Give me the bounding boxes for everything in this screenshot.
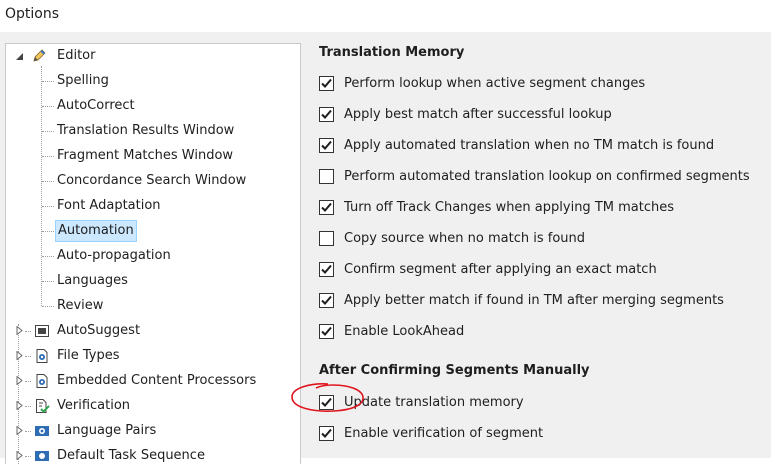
tree-item-language-pairs[interactable]: Language Pairs	[6, 420, 298, 442]
checkbox[interactable]	[319, 107, 334, 122]
option-label: Apply better match if found in TM after …	[344, 293, 724, 308]
tree-item-auto-propagation[interactable]: Auto-propagation	[6, 245, 298, 267]
tree-connector	[42, 81, 54, 82]
expand-arrow-icon[interactable]	[15, 401, 24, 410]
expand-arrow-icon[interactable]	[15, 451, 24, 460]
autosuggest-icon	[34, 323, 50, 339]
tree-item-label: AutoCorrect	[57, 98, 135, 113]
expand-arrow-icon[interactable]	[15, 426, 24, 435]
tree-connector	[42, 106, 54, 107]
checkbox[interactable]	[319, 293, 334, 308]
embedded-content-icon	[34, 373, 50, 389]
tree-item-label: Default Task Sequence	[57, 448, 205, 463]
checkbox[interactable]	[319, 262, 334, 277]
tree-connector	[25, 431, 31, 432]
tree-item-label: Auto-propagation	[57, 248, 171, 263]
tree-item-label: Verification	[57, 398, 131, 413]
tree-connector	[42, 256, 54, 257]
tree-item-label: Translation Results Window	[57, 123, 235, 138]
option-label: Turn off Track Changes when applying TM …	[344, 200, 674, 215]
language-pairs-icon	[34, 423, 50, 439]
tree-item-concordance-search-window[interactable]: Concordance Search Window	[6, 170, 298, 192]
tree-item-spelling[interactable]: Spelling	[6, 70, 298, 92]
tree-item-label: Languages	[57, 273, 128, 288]
section-title-after-confirming: After Confirming Segments Manually	[319, 363, 590, 378]
tree-item-label: Automation	[55, 220, 137, 242]
checkbox[interactable]	[319, 395, 334, 410]
tree-item-label: AutoSuggest	[57, 323, 141, 338]
checkbox[interactable]	[319, 76, 334, 91]
tree-item-verification[interactable]: Verification	[6, 395, 298, 417]
tree-item-languages[interactable]: Languages	[6, 270, 298, 292]
tree-item-autosuggest[interactable]: AutoSuggest	[6, 320, 298, 342]
expand-arrow-icon[interactable]	[15, 326, 24, 335]
tree-item-font-adaptation[interactable]: Font Adaptation	[6, 195, 298, 217]
tree-connector	[42, 131, 54, 132]
tree-item-fragment-matches-window[interactable]: Fragment Matches Window	[6, 145, 298, 167]
tree-connector	[42, 181, 54, 182]
tree-connector	[25, 381, 31, 382]
checkbox[interactable]	[319, 426, 334, 441]
tree-connector	[42, 156, 54, 157]
task-sequence-icon	[34, 448, 50, 464]
tree-connector	[42, 206, 54, 207]
tree-item-automation[interactable]: Automation	[6, 220, 298, 242]
file-types-icon	[34, 348, 50, 364]
window-title: Options	[5, 6, 60, 22]
checkbox[interactable]	[319, 231, 334, 246]
tree-item-label: Concordance Search Window	[57, 173, 247, 188]
option-label: Apply automated translation when no TM m…	[344, 138, 715, 153]
tree-item-label: Review	[57, 298, 104, 313]
option-label: Perform automated translation lookup on …	[344, 169, 750, 184]
tree-item-label: Spelling	[57, 73, 109, 88]
tree-item-label: Font Adaptation	[57, 198, 161, 213]
option-label: Update translation memory	[344, 395, 524, 410]
tree-item-label: File Types	[57, 348, 120, 363]
tree-item-label: Fragment Matches Window	[57, 148, 234, 163]
checkbox[interactable]	[319, 324, 334, 339]
tree-item-label: Editor	[57, 48, 96, 63]
expand-arrow-icon[interactable]	[15, 351, 24, 360]
verification-icon	[34, 398, 50, 414]
tree-item-label: Language Pairs	[57, 423, 157, 438]
tree-item-review[interactable]: Review	[6, 295, 298, 317]
option-label: Apply best match after successful lookup	[344, 107, 612, 122]
title-bar: Options	[0, 0, 771, 32]
tree-item-embedded-content-processors[interactable]: Embedded Content Processors	[6, 370, 298, 392]
checkbox[interactable]	[319, 138, 334, 153]
tree-connector	[42, 231, 54, 232]
tree-item-autocorrect[interactable]: AutoCorrect	[6, 95, 298, 117]
tree-item-label: Embedded Content Processors	[57, 373, 257, 388]
tree-connector	[25, 331, 31, 332]
checkbox[interactable]	[319, 200, 334, 215]
tree-connector	[25, 456, 31, 457]
tree-connector	[42, 306, 54, 307]
option-label: Confirm segment after applying an exact …	[344, 262, 657, 277]
tree-item-default-task-sequence[interactable]: Default Task Sequence	[6, 445, 298, 464]
expand-arrow-icon[interactable]	[15, 376, 24, 385]
section-title-translation-memory: Translation Memory	[319, 45, 465, 60]
tree-connector	[25, 406, 31, 407]
tree-connector	[25, 356, 31, 357]
option-label: Enable LookAhead	[344, 324, 465, 339]
pencil-icon	[31, 48, 47, 64]
tree-connector	[42, 281, 54, 282]
checkbox[interactable]	[319, 169, 334, 184]
tree-item-translation-results-window[interactable]: Translation Results Window	[6, 120, 298, 142]
option-label: Perform lookup when active segment chang…	[344, 76, 646, 91]
option-label: Enable verification of segment	[344, 426, 544, 441]
option-label: Copy source when no match is found	[344, 231, 586, 246]
tree-item-editor[interactable]: Editor	[6, 45, 298, 67]
tree-item-file-types[interactable]: File Types	[6, 345, 298, 367]
collapse-arrow-icon[interactable]	[15, 52, 24, 61]
options-tree[interactable]: Editor Spelling AutoCorrect Translation Re…	[5, 43, 301, 464]
